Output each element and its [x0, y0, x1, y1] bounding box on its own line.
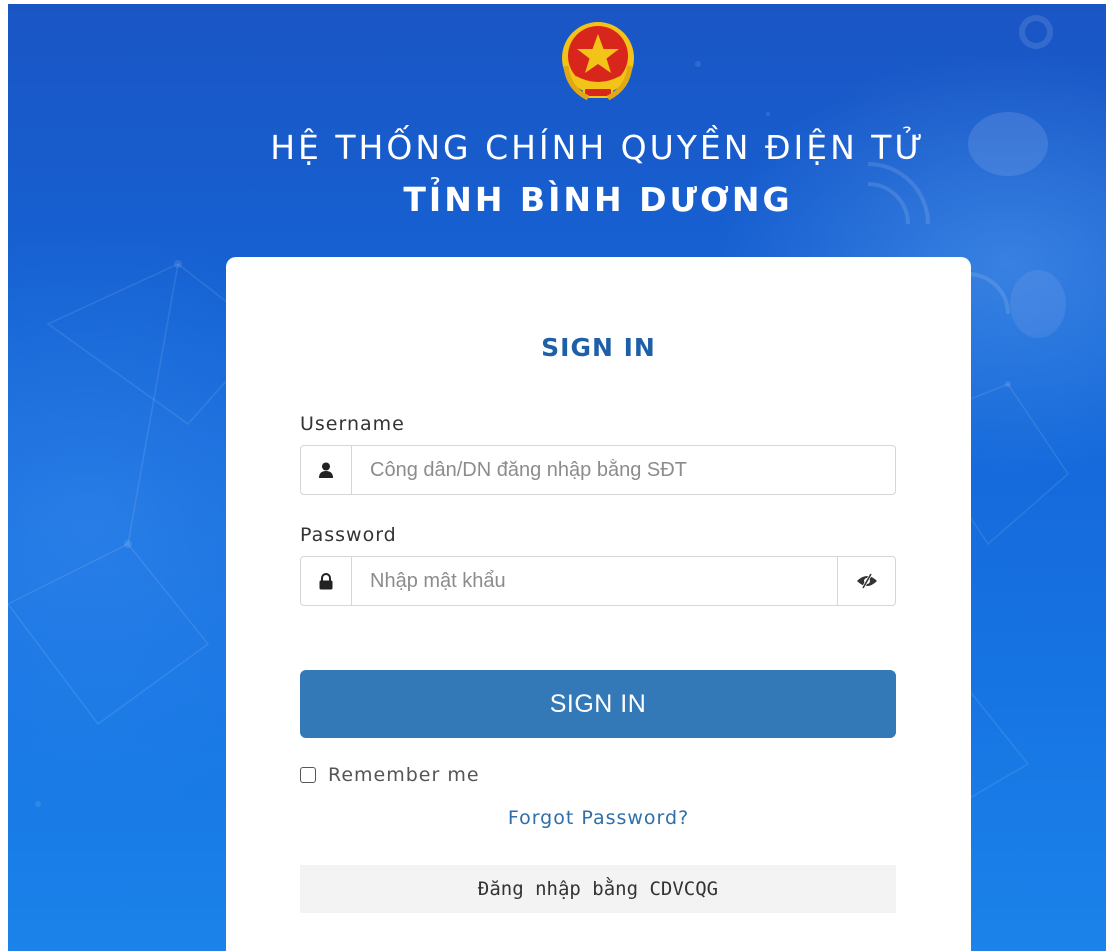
national-emblem-icon — [562, 22, 634, 101]
remember-me-label: Remember me — [328, 764, 480, 786]
forgot-password-link[interactable]: Forgot Password? — [226, 807, 971, 829]
login-card: SIGN IN Username Password — [226, 257, 971, 951]
sign-in-button[interactable]: SIGN IN — [300, 670, 896, 738]
page-title-line1: HỆ THỐNG CHÍNH QUYỀN ĐIỆN TỬ — [270, 128, 926, 167]
page-title-line2: TỈNH BÌNH DƯƠNG — [403, 180, 793, 219]
username-input-group — [300, 445, 896, 495]
remember-me-checkbox[interactable] — [300, 767, 316, 783]
lock-icon — [301, 557, 352, 605]
remember-me[interactable]: Remember me — [300, 764, 480, 786]
cdvcqg-login-button[interactable]: Đăng nhập bằng CDVCQG — [300, 865, 896, 913]
password-label: Password — [300, 524, 397, 546]
login-title: SIGN IN — [541, 333, 656, 362]
username-input[interactable] — [352, 446, 895, 494]
username-label: Username — [300, 413, 405, 435]
user-icon — [301, 446, 352, 494]
password-input-group — [300, 556, 896, 606]
password-input[interactable] — [352, 557, 837, 605]
eye-slash-icon[interactable] — [837, 557, 895, 605]
login-page: HỆ THỐNG CHÍNH QUYỀN ĐIỆN TỬ TỈNH BÌNH D… — [8, 4, 1106, 951]
